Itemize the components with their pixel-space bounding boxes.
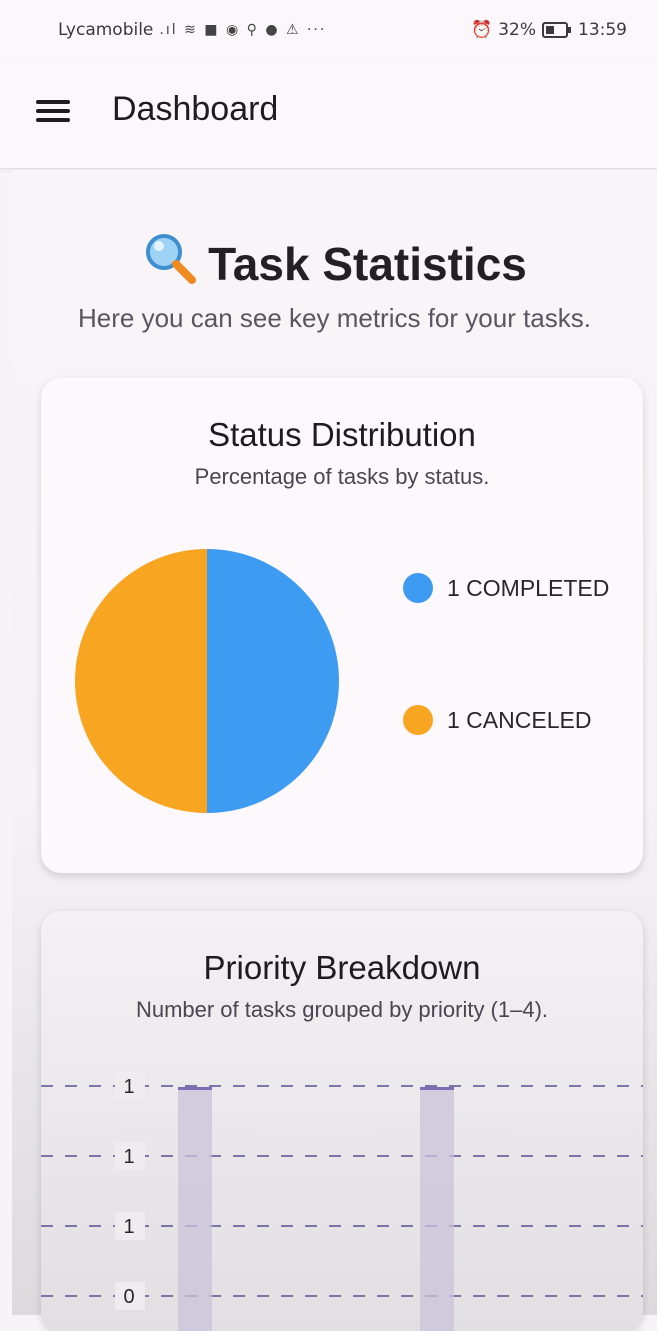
priority-bar-1 xyxy=(178,1089,212,1331)
legend-label-completed: 1 COMPLETED xyxy=(447,574,610,601)
clock: 13:59 xyxy=(578,20,627,40)
y-tick-label: 0 xyxy=(123,1286,134,1308)
legend-dot-completed xyxy=(403,573,433,603)
status-distribution-card: Status Distribution Percentage of tasks … xyxy=(41,378,643,873)
page-title: Task Statistics xyxy=(12,230,657,291)
status-pie-chart xyxy=(75,549,339,813)
y-tick-label: 1 xyxy=(123,1076,134,1098)
hamburger-menu-icon[interactable] xyxy=(36,96,76,130)
priority-bar-cap-2 xyxy=(420,1087,454,1090)
legend-item-canceled: 1 CANCELED xyxy=(403,700,609,740)
priority-bar-cap-1 xyxy=(178,1087,212,1090)
pie-slice-completed xyxy=(207,549,339,813)
battery-icon xyxy=(542,22,571,38)
priority-bar-chart: 1 1 1 0 xyxy=(41,1072,643,1331)
page-title-text: Task Statistics xyxy=(208,238,527,290)
dashboard-content[interactable]: Task Statistics Here you can see key met… xyxy=(12,170,657,1331)
alarm-icon: ⏰ xyxy=(471,20,493,40)
legend-item-completed: 1 COMPLETED xyxy=(403,568,609,608)
y-tick-label: 1 xyxy=(123,1146,134,1168)
priority-card-subtitle: Number of tasks grouped by priority (1–4… xyxy=(135,997,549,1022)
priority-bar-2 xyxy=(420,1089,454,1331)
notification-icons: .ıl ≋ ■ ◉ ⚲ ● ⚠ ··· xyxy=(159,22,327,38)
status-bar: Lycamobile .ıl ≋ ■ ◉ ⚲ ● ⚠ ··· ⏰ 32% 13:… xyxy=(0,0,657,62)
legend-label-canceled: 1 CANCELED xyxy=(447,706,592,733)
appbar-title: Dashboard xyxy=(112,90,279,128)
magnifying-glass-icon xyxy=(146,234,197,284)
priority-breakdown-card: Priority Breakdown Number of tasks group… xyxy=(41,911,643,1331)
status-card-subtitle: Percentage of tasks by status. xyxy=(194,464,490,489)
pie-slice-canceled xyxy=(75,549,207,813)
legend-dot-canceled xyxy=(403,705,433,735)
pie-legend: 1 COMPLETED 1 CANCELED xyxy=(403,568,609,832)
carrier-label: Lycamobile xyxy=(58,20,154,40)
page-subtitle: Here you can see key metrics for your ta… xyxy=(78,303,591,333)
battery-percent: 32% xyxy=(498,20,536,40)
app-bar: Dashboard xyxy=(0,62,657,169)
status-card-title: Status Distribution xyxy=(208,416,476,453)
y-tick-label: 1 xyxy=(123,1216,134,1238)
priority-card-title: Priority Breakdown xyxy=(203,949,481,986)
